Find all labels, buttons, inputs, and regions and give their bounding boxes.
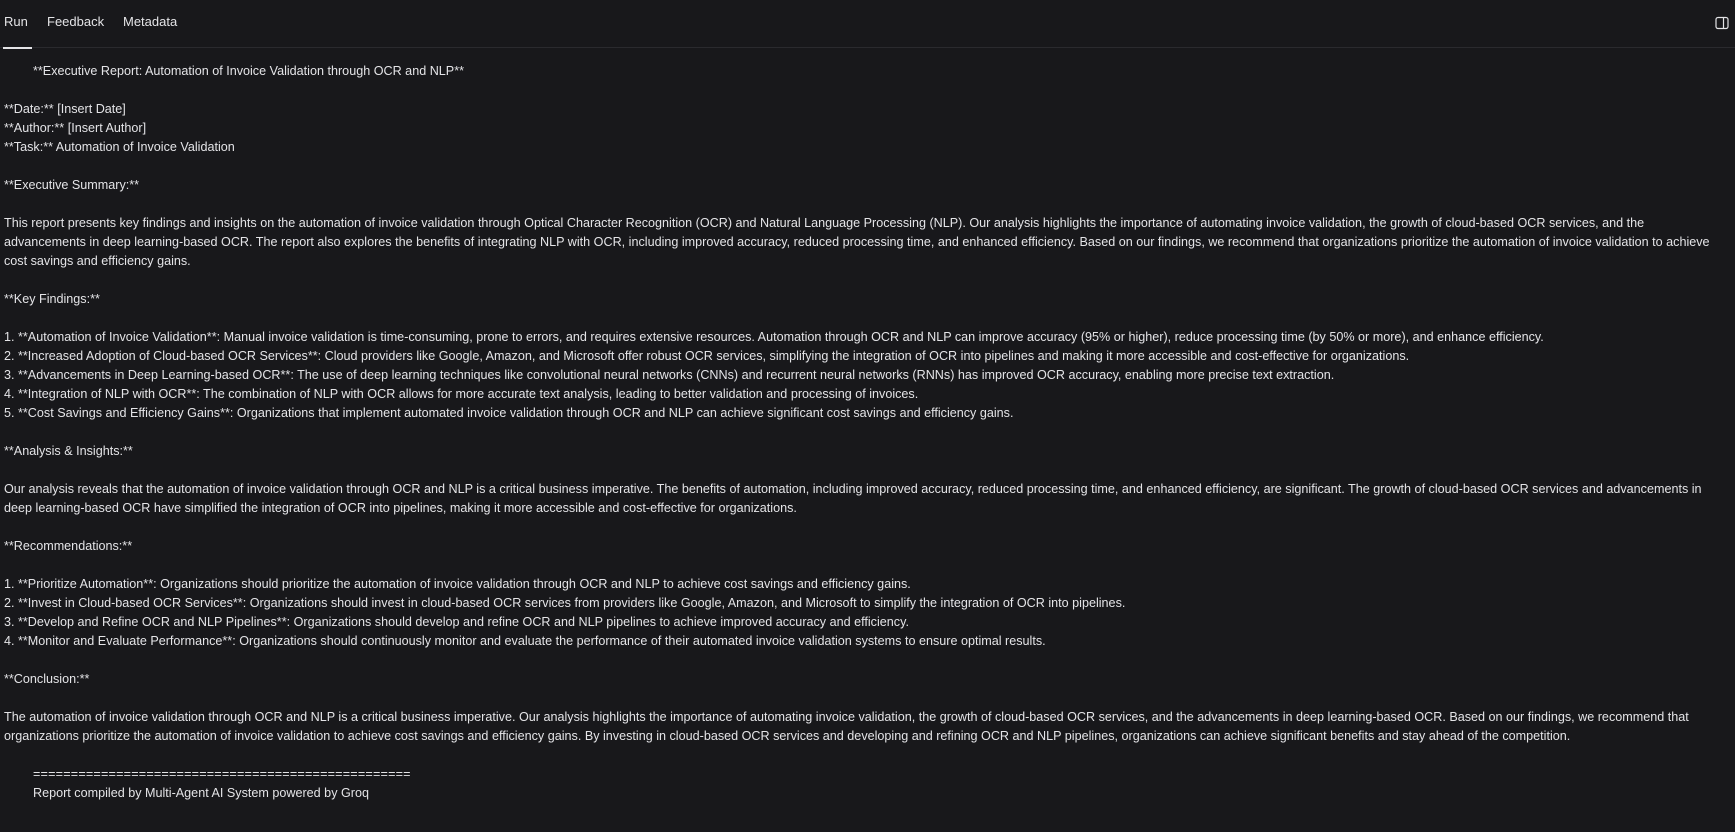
analysis-heading: **Analysis & Insights:** bbox=[4, 444, 133, 458]
sidebar-toggle-icon[interactable] bbox=[1715, 16, 1729, 30]
recommendation-item: 1. **Prioritize Automation**: Organizati… bbox=[4, 577, 911, 591]
analysis-text: Our analysis reveals that the automation… bbox=[4, 482, 1702, 515]
key-finding-item: 2. **Increased Adoption of Cloud-based O… bbox=[4, 349, 1410, 363]
key-finding-item: 3. **Advancements in Deep Learning-based… bbox=[4, 368, 1335, 382]
report-footer: Report compiled by Multi-Agent AI System… bbox=[33, 786, 369, 800]
report-title: **Executive Report: Automation of Invoic… bbox=[33, 64, 464, 78]
key-finding-item: 4. **Integration of NLP with OCR**: The … bbox=[4, 387, 919, 401]
recommendation-item: 3. **Develop and Refine OCR and NLP Pipe… bbox=[4, 615, 909, 629]
recommendations-heading: **Recommendations:** bbox=[4, 539, 133, 553]
key-finding-item: 5. **Cost Savings and Efficiency Gains**… bbox=[4, 406, 1014, 420]
exec-summary-text: This report presents key findings and in… bbox=[4, 216, 1710, 268]
exec-summary-heading: **Executive Summary:** bbox=[4, 178, 140, 192]
report-author: **Author:** [Insert Author] bbox=[4, 121, 147, 135]
tab-feedback[interactable]: Feedback bbox=[47, 14, 104, 29]
recommendation-item: 4. **Monitor and Evaluate Performance**:… bbox=[4, 634, 1046, 648]
conclusion-text: The automation of invoice validation thr… bbox=[4, 710, 1689, 743]
recommendation-item: 2. **Invest in Cloud-based OCR Services*… bbox=[4, 596, 1126, 610]
key-findings-heading: **Key Findings:** bbox=[4, 292, 100, 306]
tab-metadata[interactable]: Metadata bbox=[123, 14, 177, 29]
key-finding-item: 1. **Automation of Invoice Validation**:… bbox=[4, 330, 1544, 344]
separator-line: ========================================… bbox=[33, 767, 411, 781]
conclusion-heading: **Conclusion:** bbox=[4, 672, 90, 686]
run-output: **Executive Report: Automation of Invoic… bbox=[4, 62, 1729, 803]
tab-run[interactable]: Run bbox=[3, 14, 32, 49]
top-tab-bar: Run Feedback Metadata bbox=[0, 0, 1735, 49]
report-task: **Task:** Automation of Invoice Validati… bbox=[4, 140, 235, 154]
report-date: **Date:** [Insert Date] bbox=[4, 102, 126, 116]
